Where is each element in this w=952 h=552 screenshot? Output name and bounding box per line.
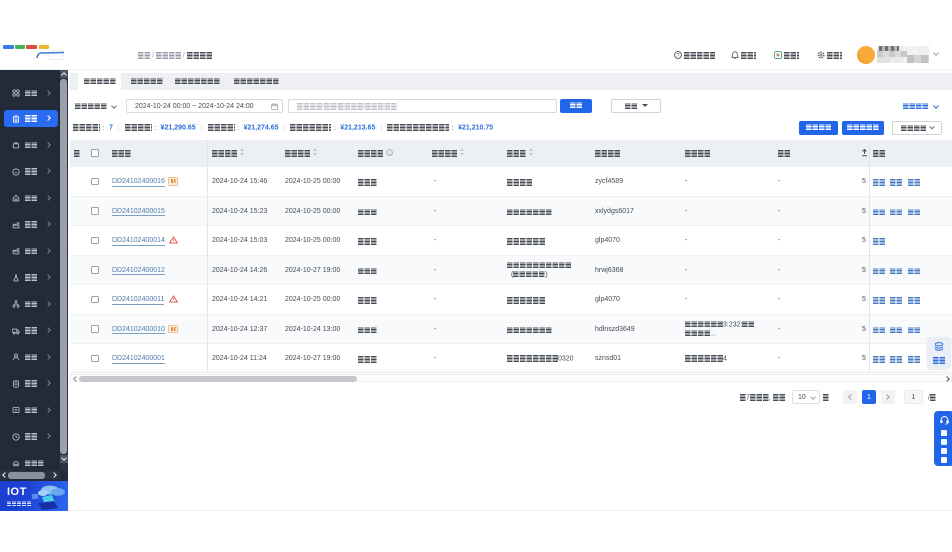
svg-text:?: ?: [388, 150, 391, 156]
svg-text:?: ?: [677, 53, 680, 59]
